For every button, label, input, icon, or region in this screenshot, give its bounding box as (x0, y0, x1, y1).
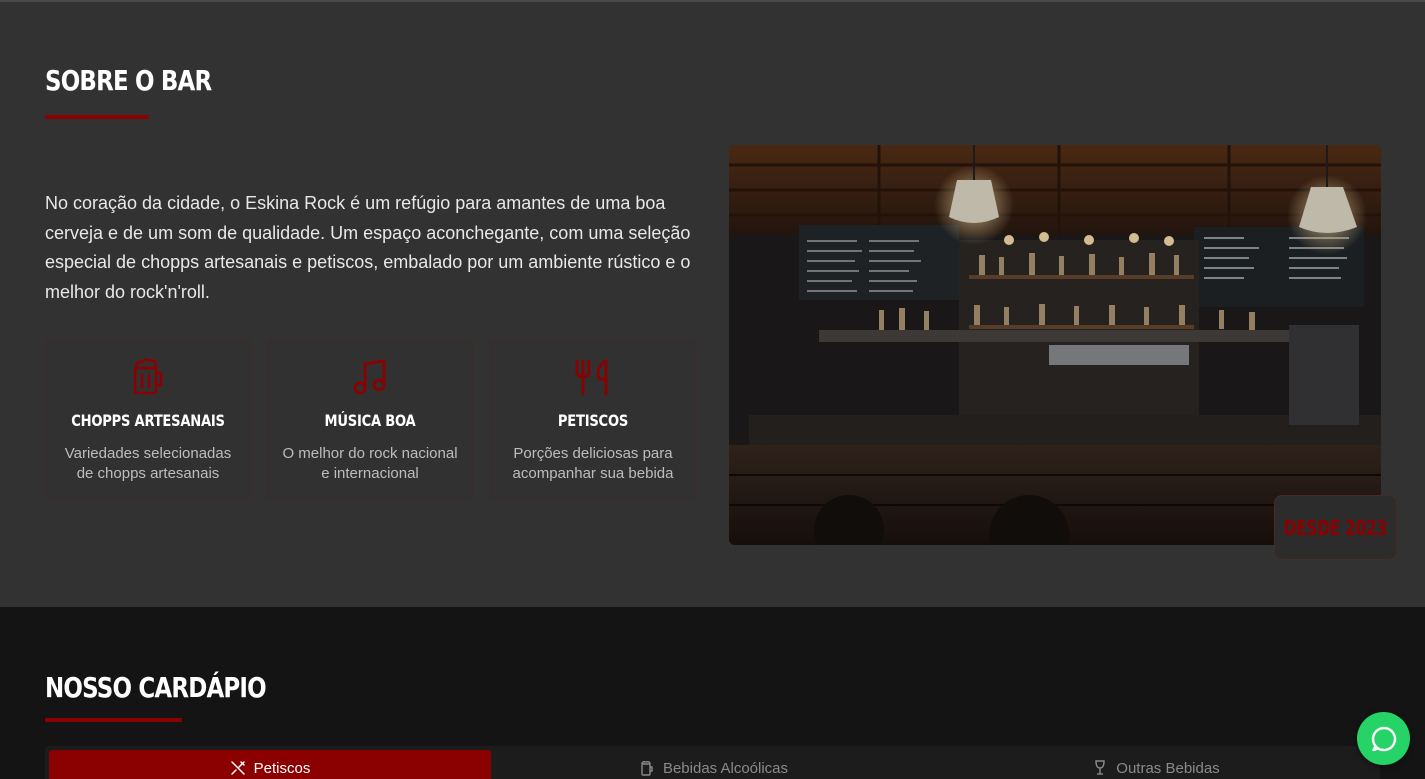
about-title: SOBRE O BAR (45, 64, 212, 97)
menu-title-underline (45, 718, 182, 722)
tab-label: Bebidas Alcoólicas (662, 759, 789, 777)
glass-icon (1095, 760, 1105, 775)
feature-name: MÚSICA BOA (324, 411, 416, 430)
about-title-underline (45, 115, 149, 119)
feature-description: Porções deliciosas para acompanhar sua b… (512, 445, 674, 482)
feature-card-chopps: CHOPPS ARTESANAIS Variedades selecionada… (45, 339, 251, 499)
bar-photo (729, 145, 1381, 545)
about-description: No coração da cidade, o Eskina Rock é um… (45, 193, 691, 302)
beer-mug-icon (46, 358, 250, 396)
tab-bebidas-alcoolicas[interactable]: Bebidas Alcoólicas (491, 750, 936, 779)
feature-name: PETISCOS (557, 411, 629, 430)
music-note-icon (268, 358, 472, 396)
tab-label: Petiscos (253, 759, 311, 777)
whatsapp-button[interactable] (1357, 712, 1410, 765)
beer-icon (641, 761, 653, 776)
menu-title: NOSSO CARDÁPIO (45, 671, 267, 704)
tab-outras-bebidas[interactable]: Outras Bebidas (936, 750, 1376, 779)
about-section: SOBRE O BAR No coração da cidade, o Eski… (0, 2, 1425, 607)
feature-name: CHOPPS ARTESANAIS (71, 411, 225, 430)
since-badge: DESDE 2023 (1274, 495, 1397, 560)
since-badge-text: DESDE 2023 (1283, 515, 1388, 540)
feature-card-musica: MÚSICA BOA O melhor do rock nacional e i… (267, 339, 473, 499)
utensils-crossed-icon (230, 761, 245, 775)
menu-tabs: Petiscos Bebidas Alcoólicas Outras Bebid… (45, 746, 1380, 779)
feature-description: O melhor do rock nacional e internaciona… (282, 445, 458, 482)
tab-petiscos[interactable]: Petiscos (49, 750, 491, 779)
feature-description: Variedades selecionadas de chopps artesa… (64, 445, 232, 482)
utensils-icon (491, 358, 695, 396)
whatsapp-icon (1371, 726, 1396, 751)
tab-label: Outras Bebidas (1116, 759, 1220, 777)
feature-card-petiscos: PETISCOS Porções deliciosas para acompan… (490, 339, 696, 499)
